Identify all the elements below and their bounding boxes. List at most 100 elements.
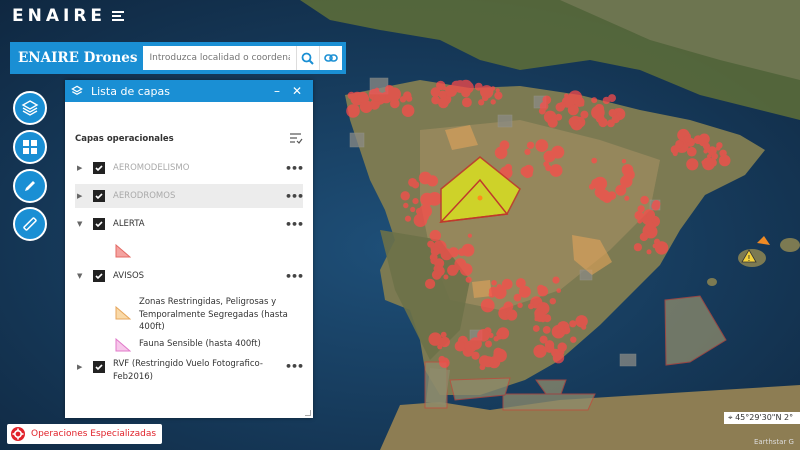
restricted-zone-marker[interactable] xyxy=(438,90,447,99)
restricted-zone-marker[interactable] xyxy=(440,331,447,338)
layer-row-aerodromos[interactable]: ▶ AERODROMOS ••• xyxy=(75,184,304,208)
restricted-zone-marker[interactable] xyxy=(591,178,601,188)
restricted-zone-marker[interactable] xyxy=(408,178,417,187)
restricted-zone-marker[interactable] xyxy=(545,342,551,348)
restricted-zone-marker[interactable] xyxy=(454,340,466,352)
panel-header[interactable]: Lista de capas – ✕ xyxy=(65,80,313,102)
restricted-zone-marker[interactable] xyxy=(707,154,712,159)
restricted-zone-marker[interactable] xyxy=(719,150,726,156)
layer-row-rvf[interactable]: ▶ RVF (Restringido Vuelo Fotografico-Feb… xyxy=(75,356,304,390)
restricted-zone-marker[interactable] xyxy=(538,107,546,115)
restricted-zone-marker[interactable] xyxy=(430,246,440,256)
restricted-zone-marker[interactable] xyxy=(607,191,617,200)
restricted-zone-marker[interactable] xyxy=(404,215,412,222)
layer-options-icon[interactable]: ••• xyxy=(285,360,304,373)
restricted-zone-marker[interactable] xyxy=(542,326,551,334)
layer-checkbox[interactable] xyxy=(93,361,105,373)
restricted-zone-marker[interactable] xyxy=(499,140,510,151)
restricted-zone-marker[interactable] xyxy=(501,148,508,155)
restricted-zone-marker[interactable] xyxy=(403,202,409,209)
restricted-zone-marker[interactable] xyxy=(528,303,534,310)
restricted-zone-marker[interactable] xyxy=(653,217,658,222)
restricted-zone-marker[interactable] xyxy=(401,104,415,117)
restricted-zone-marker[interactable] xyxy=(443,274,449,280)
layer-checkbox[interactable] xyxy=(93,162,105,174)
restricted-zone-marker[interactable] xyxy=(524,148,531,155)
restricted-zone-marker[interactable] xyxy=(686,158,699,171)
restricted-zone-marker[interactable] xyxy=(472,338,478,345)
restricted-zone-marker[interactable] xyxy=(480,298,495,313)
restricted-zone-marker[interactable] xyxy=(570,336,577,343)
layer-checkbox[interactable] xyxy=(93,270,105,282)
restricted-zone-marker[interactable] xyxy=(489,286,498,296)
restricted-zone-marker[interactable] xyxy=(425,278,436,289)
search-button[interactable] xyxy=(295,46,319,70)
restricted-zone-marker[interactable] xyxy=(534,317,539,322)
restricted-zone-marker[interactable] xyxy=(672,151,678,157)
restricted-zone-marker[interactable] xyxy=(437,83,444,90)
restricted-zone-marker[interactable] xyxy=(504,163,513,172)
restricted-zone-marker[interactable] xyxy=(532,325,540,332)
restricted-zone-marker[interactable] xyxy=(477,329,490,342)
restricted-zone-marker[interactable] xyxy=(591,157,598,164)
restricted-zone-marker[interactable] xyxy=(581,324,587,330)
layer-row-avisos[interactable]: ▼ AVISOS ••• xyxy=(75,264,304,288)
restricted-zone-marker[interactable] xyxy=(462,97,472,108)
expand-icon[interactable]: ▶ xyxy=(77,363,87,371)
restricted-zone-marker[interactable] xyxy=(461,87,471,98)
minimize-button[interactable]: – xyxy=(267,84,287,98)
restricted-zone-marker[interactable] xyxy=(675,140,684,149)
restricted-zone-marker[interactable] xyxy=(549,164,563,177)
layers-button[interactable] xyxy=(13,91,47,125)
restricted-zone-marker[interactable] xyxy=(552,276,560,284)
restricted-zone-marker[interactable] xyxy=(639,232,649,242)
layer-options-icon[interactable]: ••• xyxy=(285,218,304,231)
restricted-zone-marker[interactable] xyxy=(621,159,627,164)
restricted-zone-marker[interactable] xyxy=(624,195,630,201)
restricted-zone-marker[interactable] xyxy=(621,164,634,176)
restricted-zone-marker[interactable] xyxy=(535,139,549,153)
restricted-zone-marker[interactable] xyxy=(374,87,380,93)
restricted-zone-marker[interactable] xyxy=(652,200,661,208)
restricted-zone-marker[interactable] xyxy=(387,87,402,101)
restricted-zone-marker[interactable] xyxy=(556,288,561,293)
restricted-zone-marker[interactable] xyxy=(516,280,522,286)
restricted-zone-marker[interactable] xyxy=(418,211,429,222)
expand-icon[interactable]: ▶ xyxy=(77,164,87,172)
expand-icon[interactable]: ▶ xyxy=(77,192,87,200)
restricted-zone-marker[interactable] xyxy=(471,351,480,360)
restricted-zone-marker[interactable] xyxy=(506,309,518,321)
restricted-zone-marker[interactable] xyxy=(551,145,565,159)
restricted-zone-marker[interactable] xyxy=(591,97,598,104)
close-button[interactable]: ✕ xyxy=(287,84,307,98)
restricted-zone-marker[interactable] xyxy=(526,141,535,149)
restricted-zone-marker[interactable] xyxy=(431,257,436,262)
restricted-zone-marker[interactable] xyxy=(549,298,556,305)
operaciones-especializadas-button[interactable]: Operaciones Especializadas xyxy=(7,424,163,444)
layer-options-icon[interactable]: ••• xyxy=(285,190,304,203)
restricted-zone-marker[interactable] xyxy=(718,154,731,167)
restricted-zone-marker[interactable] xyxy=(496,333,503,340)
restricted-zone-marker[interactable] xyxy=(608,94,616,103)
restricted-zone-marker[interactable] xyxy=(716,142,723,149)
restricted-zone-marker[interactable] xyxy=(557,342,567,352)
restricted-zone-marker[interactable] xyxy=(558,102,566,110)
restricted-zone-marker[interactable] xyxy=(557,329,562,334)
restricted-zone-marker[interactable] xyxy=(594,186,607,199)
restricted-zone-marker[interactable] xyxy=(547,117,558,128)
layer-checkbox[interactable] xyxy=(93,190,105,202)
search-input[interactable] xyxy=(143,46,296,70)
restricted-zone-marker[interactable] xyxy=(654,241,669,255)
restricted-zone-marker[interactable] xyxy=(611,115,620,124)
restricted-zone-marker[interactable] xyxy=(451,80,462,91)
restricted-zone-marker[interactable] xyxy=(640,195,649,205)
restricted-zone-marker[interactable] xyxy=(433,265,441,273)
restricted-zone-marker[interactable] xyxy=(645,221,655,232)
restricted-zone-marker[interactable] xyxy=(543,161,550,168)
restricted-zone-marker[interactable] xyxy=(448,247,459,258)
layer-options-icon[interactable]: ••• xyxy=(285,270,304,283)
restricted-zone-marker[interactable] xyxy=(490,99,496,105)
restricted-zone-marker[interactable] xyxy=(420,192,434,207)
restricted-zone-marker[interactable] xyxy=(591,105,605,120)
resize-handle[interactable] xyxy=(305,410,311,416)
